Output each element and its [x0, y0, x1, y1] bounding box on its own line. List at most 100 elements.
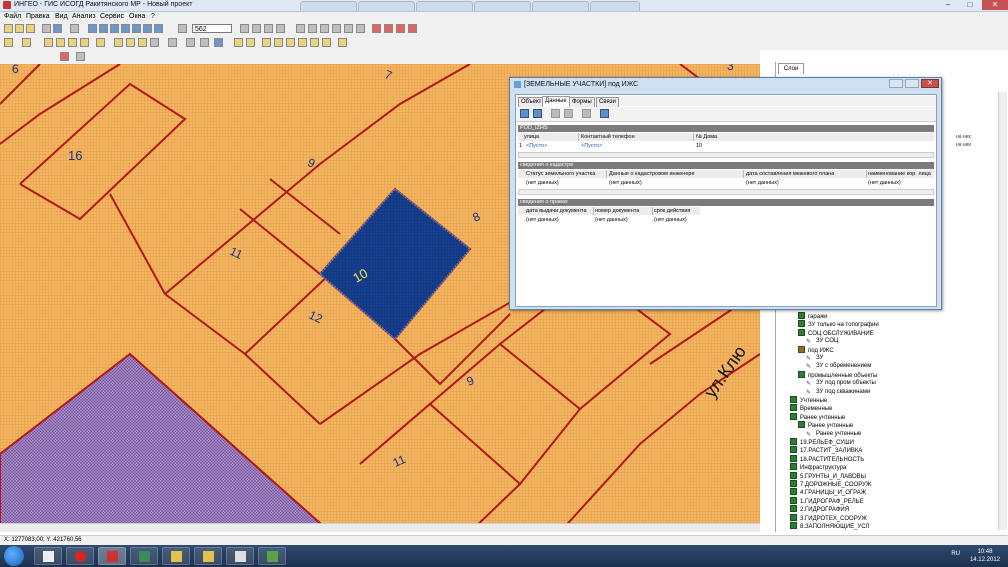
zoom-window-icon[interactable]: [143, 24, 152, 33]
style-icon[interactable]: [234, 38, 243, 47]
copy-icon[interactable]: [70, 24, 79, 33]
layer-item[interactable]: 5.ГРУНТЫ_И_ЛАВОВЫ: [790, 471, 866, 480]
scale-input[interactable]: 562: [192, 24, 232, 33]
menu-view[interactable]: Вид: [55, 13, 68, 20]
layer-item[interactable]: 3.ГИДРОТЕХ_СООРУЖ: [790, 513, 867, 522]
table-icon[interactable]: [150, 38, 159, 47]
node-icon[interactable]: [320, 24, 329, 33]
pan-icon[interactable]: [99, 24, 108, 33]
layer-item[interactable]: 17.РАСТИТ_ЗАЛИВКА: [790, 446, 862, 454]
zoom-extent-icon[interactable]: [132, 24, 141, 33]
target-icon[interactable]: [60, 52, 69, 61]
menu-edit[interactable]: Правка: [26, 13, 50, 20]
maximize-button[interactable]: □: [960, 0, 980, 10]
style-icon[interactable]: [274, 38, 283, 47]
table-cell[interactable]: (нет данных): [746, 179, 779, 187]
menu-help[interactable]: ?: [151, 13, 155, 20]
layer-item[interactable]: Инфраструктура: [790, 463, 846, 471]
background-tab[interactable]: [300, 1, 357, 11]
style-icon[interactable]: [298, 38, 307, 47]
language-indicator[interactable]: RU: [951, 551, 960, 557]
table-cell[interactable]: (нет данных): [526, 179, 559, 187]
layer-item[interactable]: Ранее учтенные: [790, 412, 845, 421]
start-button[interactable]: [4, 546, 24, 566]
table-cell[interactable]: (нет данных): [868, 179, 901, 187]
node-icon[interactable]: [356, 24, 365, 33]
table-cell[interactable]: 10: [696, 142, 702, 150]
dialog-minimize-button[interactable]: [889, 79, 903, 88]
layer-item[interactable]: ✎ Ранее учтенные: [806, 430, 861, 438]
style-icon[interactable]: [338, 38, 347, 47]
draw-icon[interactable]: [138, 38, 147, 47]
table-cell[interactable]: (нет данных): [654, 216, 687, 224]
taskbar-app[interactable]: [162, 547, 190, 565]
undo-icon[interactable]: [200, 38, 209, 47]
taskbar-app[interactable]: [34, 547, 62, 565]
menu-windows[interactable]: Окна: [129, 13, 145, 20]
table-cell[interactable]: <Пусто>: [526, 142, 547, 150]
layers-scrollbar[interactable]: [998, 92, 1007, 530]
table-view-icon[interactable]: [600, 109, 609, 118]
delete-icon[interactable]: [384, 24, 393, 33]
minimize-button[interactable]: –: [938, 0, 958, 10]
print-icon[interactable]: [42, 24, 51, 33]
layer-item[interactable]: ✎ ЗУ СОЦ: [806, 337, 838, 345]
draw-icon[interactable]: [80, 38, 89, 47]
tab-layers[interactable]: Слои: [778, 63, 804, 74]
pointer-icon[interactable]: [296, 24, 305, 33]
background-tab[interactable]: [358, 1, 415, 11]
layer-item[interactable]: 18.РАСТИТЕЛЬНОСТЬ: [790, 454, 864, 463]
layer-item[interactable]: ЗУ только на топографии: [798, 320, 879, 328]
search-icon[interactable]: [53, 24, 62, 33]
prev-record-icon[interactable]: [520, 109, 529, 118]
dialog-close-button[interactable]: ✕: [921, 79, 939, 88]
zoom-icon[interactable]: [76, 52, 85, 61]
next-record-icon[interactable]: [533, 109, 542, 118]
layer-icon[interactable]: [22, 38, 31, 47]
dialog-maximize-button[interactable]: [905, 79, 919, 88]
layer-icon[interactable]: [4, 38, 13, 47]
node-icon[interactable]: [332, 24, 341, 33]
edit-icon[interactable]: [308, 24, 317, 33]
table-row[interactable]: (нет данных) (нет данных) (нет данных) (…: [518, 179, 934, 187]
table-row[interactable]: 1 <Пусто> <Пусто> 10: [518, 142, 934, 150]
tab-links[interactable]: Связи: [596, 97, 619, 107]
menu-analysis[interactable]: Анализ: [72, 13, 96, 20]
table-cell[interactable]: (нет данных): [609, 179, 642, 187]
layer-item[interactable]: ✎ ЗУ: [806, 354, 823, 362]
delete-icon[interactable]: [396, 24, 405, 33]
layer-item[interactable]: гаражи: [798, 312, 827, 320]
tab-forms[interactable]: Формы: [569, 97, 595, 107]
taskbar-app[interactable]: [258, 547, 286, 565]
layer-item[interactable]: ✎ ЗУ под скважинами: [806, 388, 870, 396]
layer-item[interactable]: 2.ГИДРОГРАФИЯ: [790, 505, 849, 513]
style-icon[interactable]: [246, 38, 255, 47]
cadastre-scrollbar[interactable]: [518, 189, 934, 195]
zoom-in-icon[interactable]: [110, 24, 119, 33]
taskbar-app-active[interactable]: [98, 547, 126, 565]
menu-service[interactable]: Сервис: [100, 13, 124, 20]
open-icon[interactable]: [15, 24, 24, 33]
select-icon[interactable]: [88, 24, 97, 33]
refresh-icon[interactable]: [154, 24, 163, 33]
table-row[interactable]: (нет данных) (нет данных) (нет данных): [518, 216, 700, 224]
delete-icon[interactable]: [408, 24, 417, 33]
scale-icon[interactable]: [178, 24, 187, 33]
table-cell[interactable]: (нет данных): [595, 216, 628, 224]
zoom-out-icon[interactable]: [121, 24, 130, 33]
node-icon[interactable]: [344, 24, 353, 33]
layer-item[interactable]: 1.ГИДРОГРАФ_РЕЛЬЕ: [790, 496, 864, 505]
tab-object[interactable]: Объект: [518, 97, 545, 107]
table-cell[interactable]: <Пусто>: [581, 142, 602, 150]
undo-icon[interactable]: [582, 109, 591, 118]
save-icon[interactable]: [26, 24, 35, 33]
layer-item[interactable]: СОЦ ОБСЛУЖИВАНИЕ: [798, 328, 874, 337]
layer-item[interactable]: промышленные объекты: [798, 370, 877, 379]
draw-icon[interactable]: [56, 38, 65, 47]
layer-item[interactable]: 4.ГРАНИЦЫ_И_ОГРАЖ: [790, 488, 866, 496]
background-tab[interactable]: [474, 1, 531, 11]
table-cell[interactable]: (нет данных): [526, 216, 559, 224]
layer-item[interactable]: ✎ ЗУ с обременением: [806, 362, 871, 370]
background-tab[interactable]: [532, 1, 589, 11]
taskbar-app[interactable]: [66, 547, 94, 565]
